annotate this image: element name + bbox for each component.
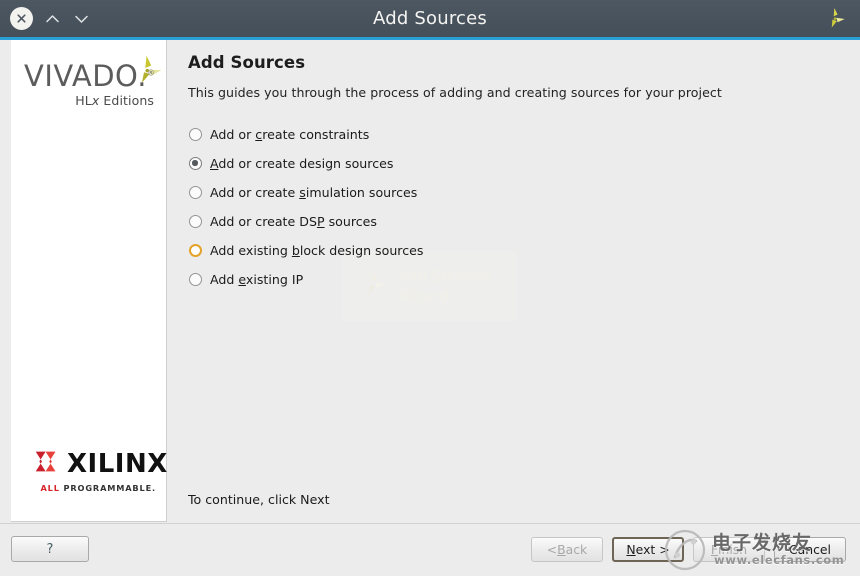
back-button[interactable]: < Back bbox=[531, 537, 603, 562]
page-description: This guides you through the process of a… bbox=[188, 85, 722, 100]
radio-indicator-icon[interactable] bbox=[189, 157, 202, 170]
label-pre: Add existing bbox=[210, 243, 292, 258]
label-pre: Add or create DS bbox=[210, 214, 317, 229]
radio-indicator-icon[interactable] bbox=[189, 186, 202, 199]
window-title: Add Sources bbox=[373, 8, 487, 29]
radio-indicator-icon[interactable] bbox=[189, 215, 202, 228]
vivado-edition-label: HLx Editions bbox=[24, 93, 156, 108]
cancel-label: Cancel bbox=[789, 542, 831, 557]
radio-indicator-icon[interactable] bbox=[189, 273, 202, 286]
radio-indicator-icon[interactable] bbox=[189, 244, 202, 257]
xilinx-x-mark-icon bbox=[33, 448, 60, 479]
radio-label: Add existing IP bbox=[210, 272, 303, 287]
xilinx-wordmark: XILINX bbox=[67, 448, 168, 479]
label-accelerator: P bbox=[316, 214, 325, 229]
tagline-rest: PROGRAMMABLE. bbox=[59, 483, 156, 493]
chevron-up-icon[interactable] bbox=[42, 9, 62, 29]
close-circle-icon[interactable] bbox=[10, 7, 33, 30]
wizard-navigation-buttons: < Back Next > Finish Cancel bbox=[531, 537, 846, 562]
label-pre: Add or bbox=[210, 127, 256, 142]
label-accelerator: b bbox=[291, 243, 300, 258]
radio-add-or-create-design-sources[interactable]: Add or create design sources bbox=[189, 149, 619, 178]
radio-label: Add existing block design sources bbox=[210, 243, 423, 258]
next-accelerator: N bbox=[626, 542, 636, 557]
vivado-period: . bbox=[137, 59, 147, 93]
label-accelerator: e bbox=[238, 272, 246, 287]
radio-add-existing-block-design-sources[interactable]: Add existing block design sources bbox=[189, 236, 619, 265]
radio-label: Add or create design sources bbox=[210, 156, 393, 171]
vivado-wordmark: VIVADO.® bbox=[24, 62, 156, 91]
label-post: dd or create design sources bbox=[218, 156, 394, 171]
radio-add-or-create-constraints[interactable]: Add or create constraints bbox=[189, 120, 619, 149]
sidebar-brand-panel: VIVADO.® HLx Editions XILINX ALL PROGRAM… bbox=[11, 40, 167, 522]
radio-label: Add or create simulation sources bbox=[210, 185, 417, 200]
page-title: Add Sources bbox=[188, 53, 306, 72]
continue-hint: To continue, click Next bbox=[188, 492, 330, 507]
label-post: xisting IP bbox=[245, 272, 304, 287]
dialog-body: VIVADO.® HLx Editions XILINX ALL PROGRAM… bbox=[0, 40, 860, 523]
label-post: reate constraints bbox=[262, 127, 370, 142]
edition-post: Editions bbox=[99, 93, 154, 108]
radio-add-or-create-dsp-sources[interactable]: Add or create DSP sources bbox=[189, 207, 619, 236]
vivado-word-text: VIVADO bbox=[24, 59, 138, 93]
chevron-down-icon[interactable] bbox=[71, 9, 91, 29]
label-post: imulation sources bbox=[305, 185, 418, 200]
back-accelerator: B bbox=[557, 542, 566, 557]
title-bar: Add Sources bbox=[0, 0, 860, 37]
footer-bar: ? < Back Next > Finish Cancel bbox=[0, 523, 860, 576]
edition-pre: HL bbox=[75, 93, 92, 108]
cancel-button[interactable]: Cancel bbox=[774, 537, 846, 562]
finish-button[interactable]: Finish bbox=[693, 537, 765, 562]
label-pre: Add or create bbox=[210, 185, 300, 200]
radio-add-or-create-simulation-sources[interactable]: Add or create simulation sources bbox=[189, 178, 619, 207]
source-type-radio-group: Add or create constraints Add or create … bbox=[189, 120, 619, 294]
xilinx-tagline: ALL PROGRAMMABLE. bbox=[33, 483, 157, 493]
radio-label: Add or create DSP sources bbox=[210, 214, 377, 229]
label-post: lock design sources bbox=[299, 243, 424, 258]
next-post: ext > bbox=[635, 542, 670, 557]
back-post: ack bbox=[565, 542, 588, 557]
label-post: sources bbox=[324, 214, 377, 229]
xilinx-pinwheel-icon bbox=[822, 6, 848, 32]
radio-indicator-icon[interactable] bbox=[189, 128, 202, 141]
vivado-trademark: ® bbox=[146, 68, 156, 78]
finish-accelerator: F bbox=[710, 542, 719, 557]
help-button[interactable]: ? bbox=[11, 536, 89, 562]
xilinx-logo-row: XILINX bbox=[33, 448, 167, 479]
window-controls bbox=[10, 0, 91, 37]
back-pre: < bbox=[546, 542, 558, 557]
next-button[interactable]: Next > bbox=[612, 537, 684, 562]
vivado-logo: VIVADO.® HLx Editions bbox=[24, 55, 162, 108]
label-pre: Add bbox=[210, 272, 239, 287]
radio-add-existing-ip[interactable]: Add existing IP bbox=[189, 265, 619, 294]
main-content: Add Sources Wizard Add Sources This guid… bbox=[167, 40, 860, 523]
xilinx-logo: XILINX ALL PROGRAMMABLE. bbox=[33, 448, 167, 493]
tagline-accent: ALL bbox=[40, 483, 60, 493]
left-gutter bbox=[0, 40, 11, 523]
add-sources-dialog: Add Sources VIVADO.® HLx Editions XILINX… bbox=[0, 0, 860, 576]
finish-post: inish bbox=[718, 542, 748, 557]
radio-label: Add or create constraints bbox=[210, 127, 369, 142]
